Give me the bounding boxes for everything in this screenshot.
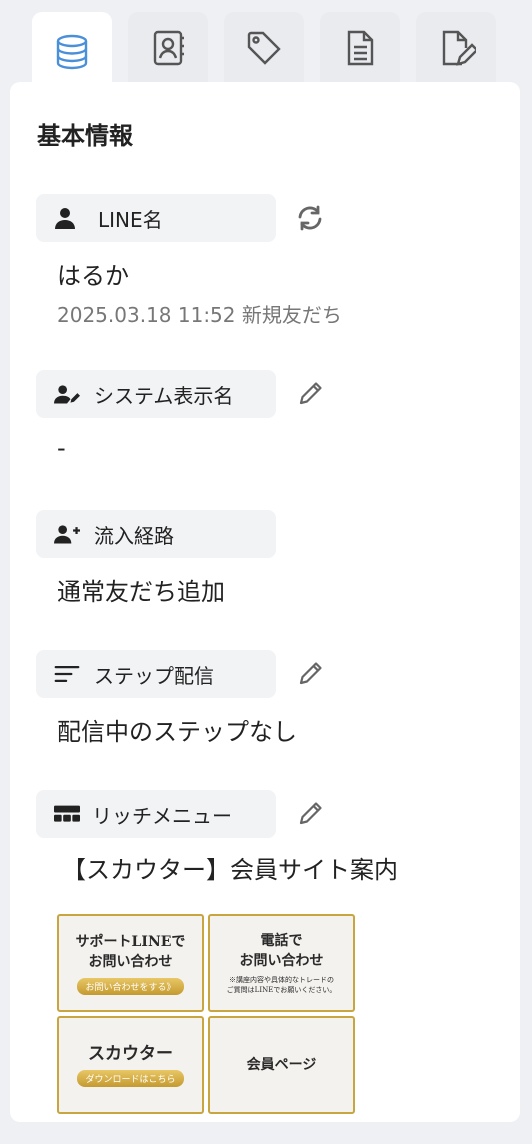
contact-book-icon (153, 30, 184, 66)
tab-tags[interactable] (224, 12, 304, 84)
rich-menu-cell-line-support[interactable]: サポートLINEで お問い合わせ お問い合わせをする》 (57, 914, 204, 1012)
line-name-label: LINE名 (36, 194, 276, 242)
tab-basic-info[interactable] (32, 12, 112, 92)
rich-menu-label: リッチメニュー (36, 790, 276, 838)
step-label-text: ステップ配信 (94, 663, 214, 688)
rich-menu-cell-title: 電話で お問い合わせ (239, 933, 324, 969)
user-edit-icon (54, 383, 80, 405)
edit-step-pencil-icon[interactable] (296, 658, 326, 688)
rich-menu-cell-button: お問い合わせをする》 (77, 977, 184, 995)
section-title: 基本情報 (37, 122, 133, 150)
inflow-label: 流入経路 (36, 510, 276, 558)
line-name-label-text: LINE名 (98, 207, 163, 232)
friend-added-date: 2025.03.18 11:52 新規友だち (57, 303, 342, 327)
rich-menu-cell-scouter[interactable]: スカウター ダウンロードはこちら (57, 1016, 204, 1114)
rich-menu-value: 【スカウター】会員サイト案内 (62, 856, 398, 884)
database-icon (56, 34, 88, 70)
system-name-value: - (57, 434, 66, 462)
system-name-label: システム表示名 (36, 370, 276, 418)
tab-contacts[interactable] (128, 12, 208, 84)
basic-info-panel: 基本情報 LINE名 はるか 2025.03.18 11:52 新規友だち シス… (10, 82, 520, 1122)
tab-edit[interactable] (416, 12, 496, 84)
tag-icon (247, 31, 281, 65)
lines-icon (54, 663, 80, 685)
rich-menu-cell-note: ※講座内容や具体的なトレードの ご質問はLINEでお願いください。 (226, 976, 337, 994)
rich-menu-cell-title: スカウター (88, 1043, 173, 1064)
rich-menu-cell-title: サポートLINEで お問い合わせ (75, 933, 186, 970)
inflow-value: 通常友だち追加 (57, 578, 225, 606)
rich-menu-label-text: リッチメニュー (92, 803, 232, 828)
rich-menu-cell-title: 会員ページ (246, 1057, 317, 1073)
line-name-value: はるか (57, 262, 129, 290)
document-icon (347, 30, 374, 66)
tab-bar (32, 12, 496, 92)
step-value: 配信中のステップなし (57, 718, 297, 746)
edit-system-name-pencil-icon[interactable] (296, 378, 326, 408)
rich-menu-cell-phone[interactable]: 電話で お問い合わせ ※講座内容や具体的なトレードの ご質問はLINEでお願いく… (208, 914, 355, 1012)
step-label: ステップ配信 (36, 650, 276, 698)
rich-menu-cell-button: ダウンロードはこちら (77, 1069, 184, 1087)
edit-rich-menu-pencil-icon[interactable] (296, 798, 326, 828)
rich-menu-icon (54, 803, 80, 825)
file-edit-icon (442, 30, 476, 66)
inflow-label-text: 流入経路 (94, 523, 174, 548)
rich-menu-preview: サポートLINEで お問い合わせ お問い合わせをする》 電話で お問い合わせ ※… (57, 914, 355, 1144)
user-plus-icon (54, 523, 80, 545)
user-icon (54, 207, 80, 229)
refresh-icon[interactable] (295, 203, 325, 233)
rich-menu-cell-member-page[interactable]: 会員ページ (208, 1016, 355, 1114)
tab-notes[interactable] (320, 12, 400, 84)
system-name-label-text: システム表示名 (94, 383, 234, 408)
